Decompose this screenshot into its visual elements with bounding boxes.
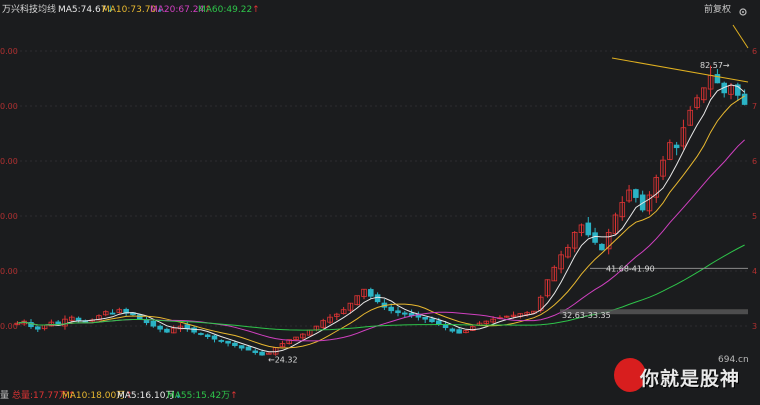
candle-body [402,312,408,315]
settings-gear-icon[interactable] [738,5,748,16]
candle-body [449,328,456,332]
candle-body [435,320,442,325]
candle-body [714,74,721,84]
candle-body [218,340,225,342]
y-tick-label-right: 3 [752,322,757,331]
candle-body [157,325,163,330]
candle-body [238,345,245,349]
candle-body [136,314,143,320]
stock-name[interactable]: 万兴科技 [2,0,38,20]
candle-body [673,144,680,149]
price-annotation: 41.68-41.90 [606,264,655,273]
candle-body [592,232,598,243]
watermark-text: 你就是股神 [640,368,741,390]
candle-body [252,350,259,353]
adjust-selector[interactable]: 前复权 [704,0,731,20]
candle-body [395,310,401,314]
y-tick-label-right: 4 [752,267,757,276]
candle-body [388,306,394,312]
candle-body [456,329,462,334]
candle-body [211,335,218,340]
indicator-label[interactable]: 均线 [38,0,56,20]
y-tick-label: 0.00 [0,267,18,276]
candle-body [164,328,170,333]
watermark-url: 694.cn [718,355,749,365]
y-tick-label-right: 5 [752,212,757,221]
candle-body [585,222,592,236]
candle-body [232,342,238,346]
candle-body [150,320,157,327]
price-annotation: ←24.32 [268,355,298,364]
candle-body [204,334,211,338]
candle-body [422,316,428,320]
candle-body [184,324,191,330]
candle-body [109,312,116,315]
y-tick-label: 0.00 [0,102,18,111]
candle-body [633,189,639,198]
candle-body [225,340,231,344]
chart-header: 万兴科技 均线 MA5:74.67↓ MA10:73.70↓ MA20:67.2… [0,0,760,20]
price-annotation: 82.57→ [700,61,730,70]
y-tick-label-right: 6 [752,157,757,166]
ma60-value: MA60:49.22↑ [198,5,260,15]
candle-body [191,327,197,333]
y-tick-label-right: 6 [752,47,757,56]
candlestick-chart[interactable]: 0.00 60.00 70.00 60.00 50.00 40.00 382.57→41.6… [0,20,760,388]
candle-body [429,318,435,323]
candle-body [198,333,204,335]
candle-body [599,243,605,251]
watermark-logo: 你就是股神 694.cn [614,355,760,398]
price-annotation: 32.63-33.35 [562,311,611,320]
y-tick-label: 0.00 [0,47,18,56]
y-tick-label: 0.00 [0,157,18,166]
candle-body [259,351,265,356]
volume-ma55: MA55:15.42万↑ [167,391,238,401]
volume-label: 量 [0,391,10,401]
y-tick-label-right: 7 [752,102,757,111]
candle-body [35,326,41,330]
candle-body [374,294,381,303]
candle-body [741,93,748,105]
candle-body [245,346,252,351]
y-tick-label: 0.00 [0,212,18,221]
trendline-short [732,24,749,49]
candle-body [368,289,374,297]
